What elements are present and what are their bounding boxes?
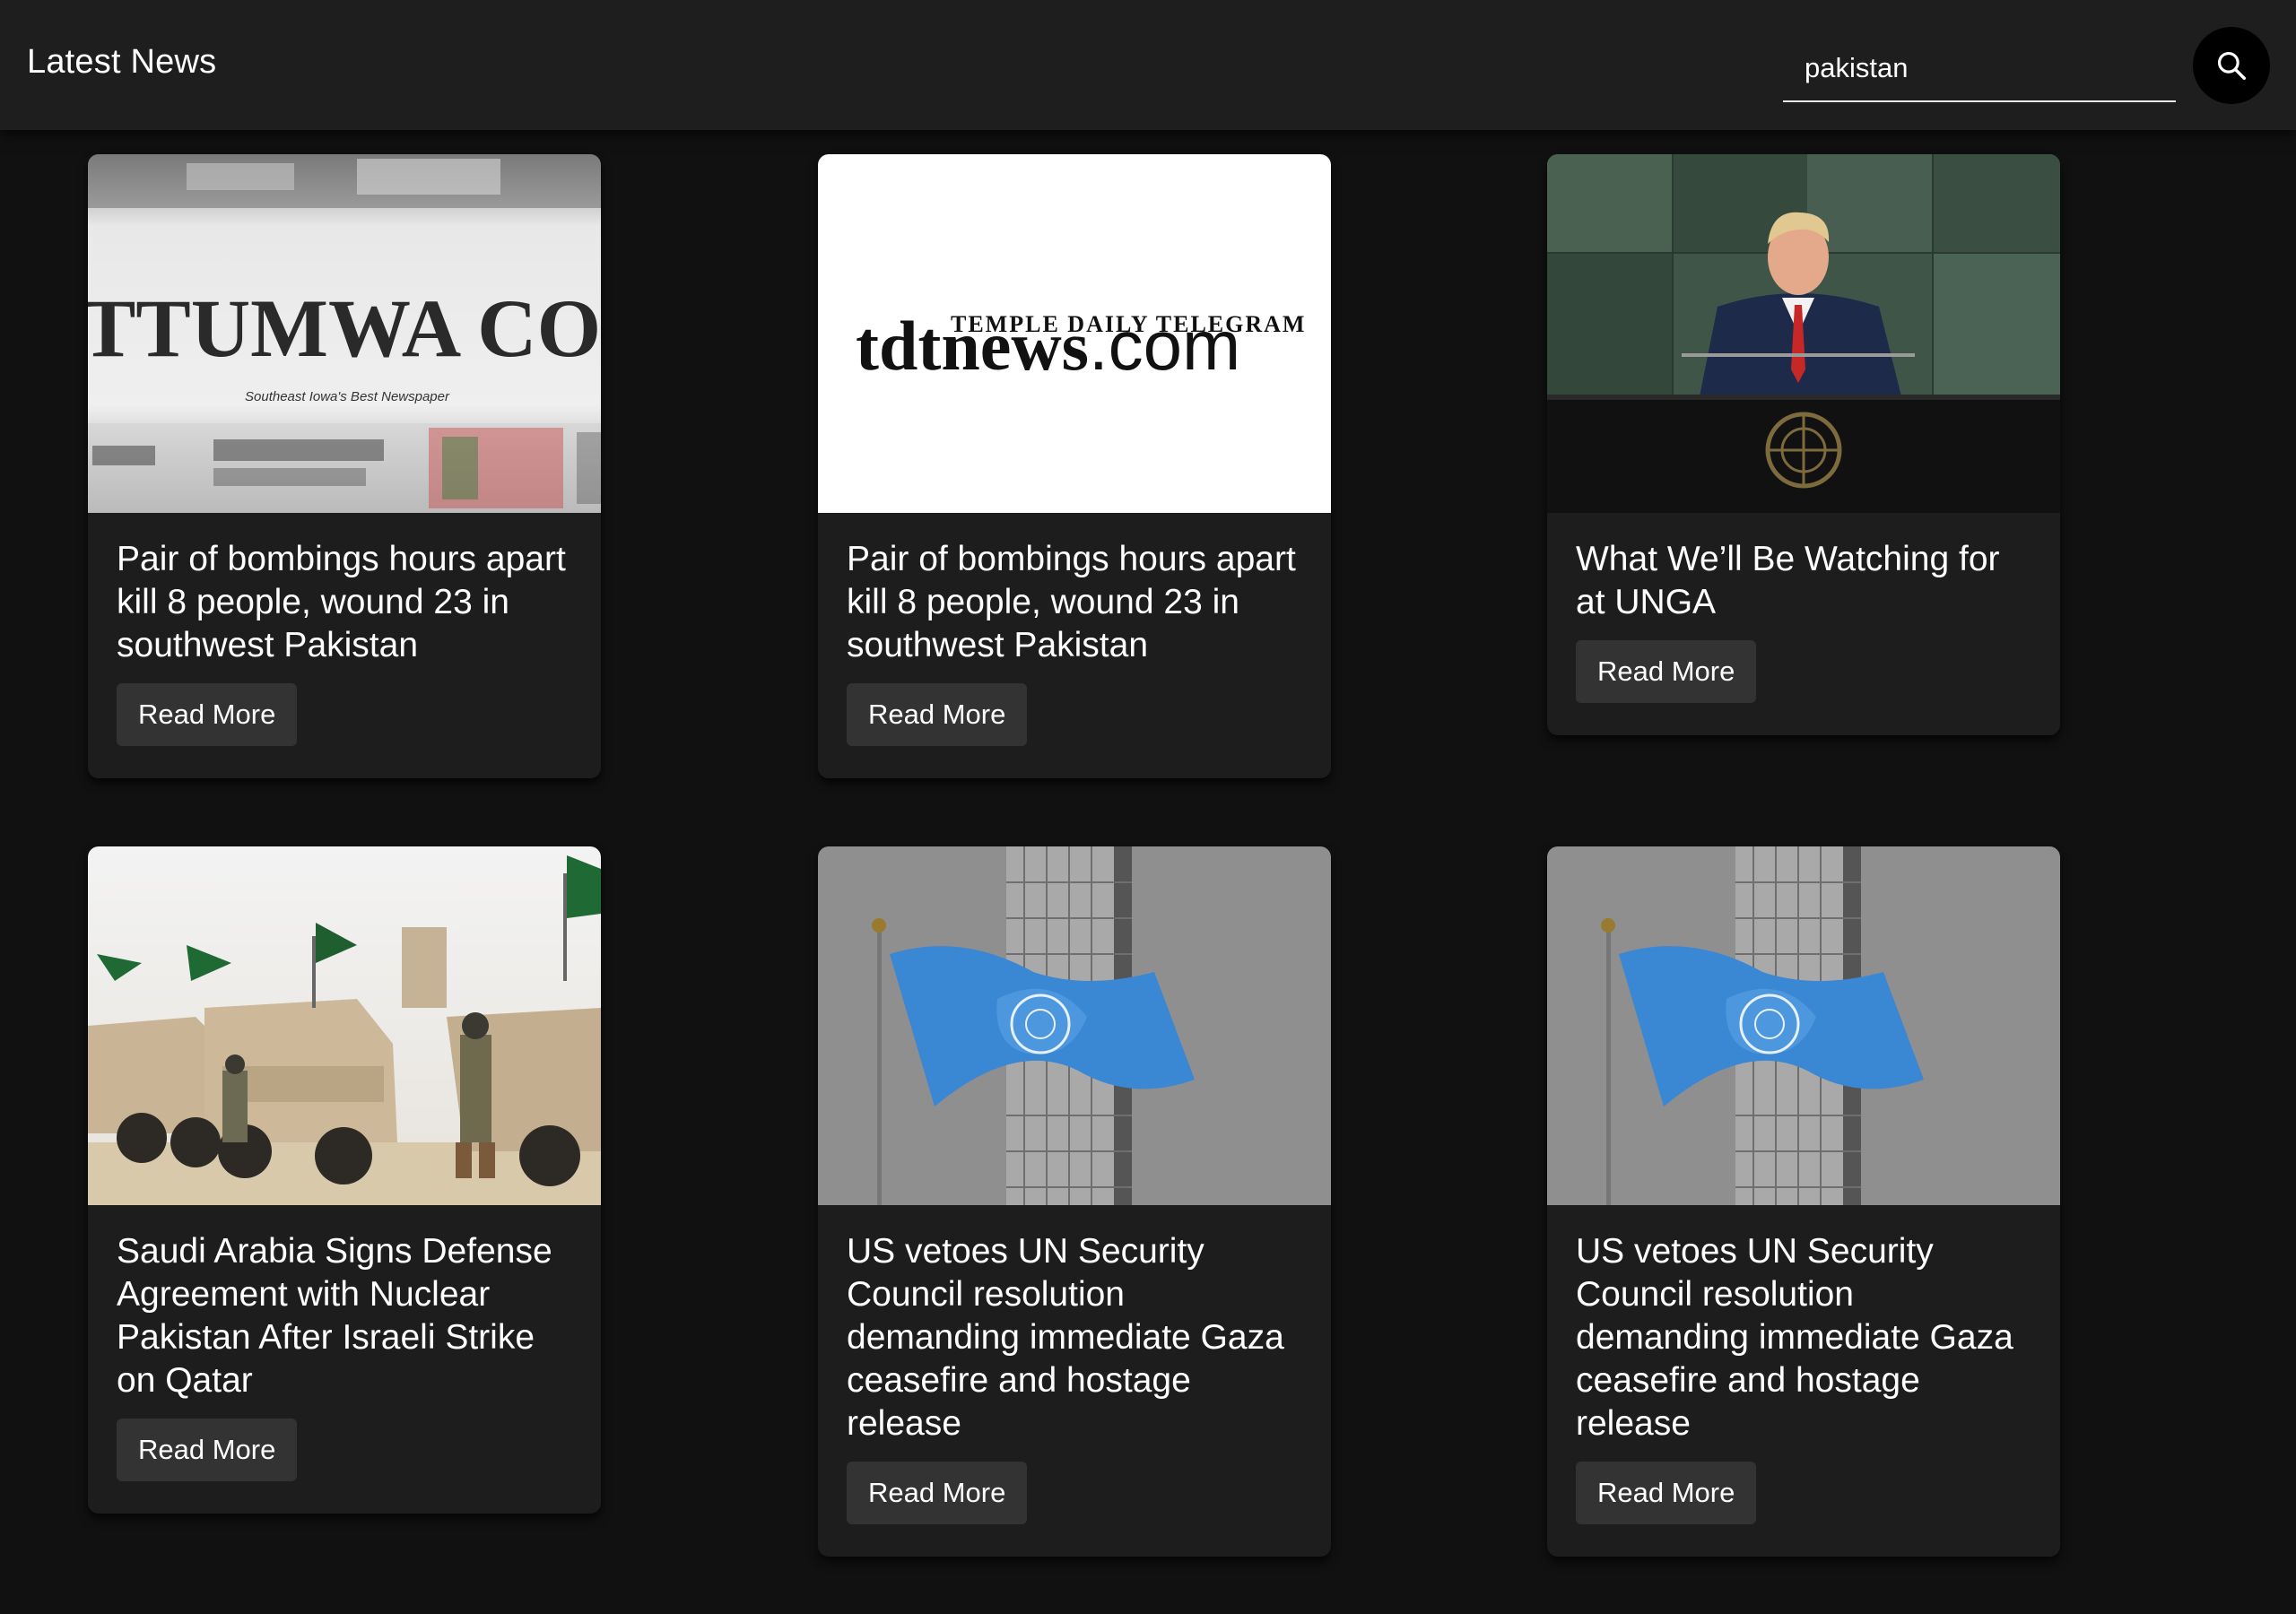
article-title[interactable]: US vetoes UN Security Council resolution… (1576, 1230, 2031, 1445)
search-icon (2217, 51, 2246, 80)
article-image-un-flag[interactable] (818, 846, 1331, 1205)
article-image-tdtnews-logo[interactable]: TEMPLE DAILY TELEGRAM tdtnews.com (818, 154, 1331, 513)
news-card: TEMPLE DAILY TELEGRAM tdtnews.com Pair o… (818, 154, 1331, 778)
article-image-newspaper[interactable]: TTUMWA COURI Southeast Iowa's Best Newsp… (88, 154, 601, 513)
read-more-button[interactable]: Read More (847, 1462, 1028, 1524)
logo-big-text: tdtnews (856, 307, 1089, 385)
article-title[interactable]: Pair of bombings hours apart kill 8 peop… (117, 538, 572, 667)
news-card: US vetoes UN Security Council resolution… (1547, 846, 2060, 1557)
app-title: Latest News (27, 43, 217, 81)
read-more-button[interactable]: Read More (847, 683, 1028, 746)
search-button[interactable] (2193, 27, 2270, 104)
article-image-military-vehicles[interactable] (88, 846, 601, 1205)
news-card: US vetoes UN Security Council resolution… (818, 846, 1331, 1557)
article-title[interactable]: Pair of bombings hours apart kill 8 peop… (847, 538, 1302, 667)
logo-suffix-text: .com (1089, 306, 1240, 385)
article-title[interactable]: US vetoes UN Security Council resolution… (847, 1230, 1302, 1445)
top-bar: Latest News (0, 0, 2296, 130)
read-more-button[interactable]: Read More (1576, 1462, 1757, 1524)
masthead-tagline: Southeast Iowa's Best Newspaper (245, 389, 450, 404)
search-field (1783, 27, 2176, 102)
article-title[interactable]: What We’ll Be Watching for at UNGA (1576, 538, 2031, 624)
article-image-un-speaker[interactable] (1547, 154, 2060, 513)
svg-text:tdtnews.com: tdtnews.com (856, 306, 1240, 385)
article-image-un-flag[interactable] (1547, 846, 2060, 1205)
masthead-text: TTUMWA COURI (88, 282, 601, 374)
news-card: TTUMWA COURI Southeast Iowa's Best Newsp… (88, 154, 601, 778)
read-more-button[interactable]: Read More (117, 683, 298, 746)
article-title[interactable]: Saudi Arabia Signs Defense Agreement wit… (117, 1230, 572, 1402)
read-more-button[interactable]: Read More (117, 1419, 298, 1481)
read-more-button[interactable]: Read More (1576, 640, 1757, 703)
search-input[interactable] (1783, 27, 2176, 100)
news-card: Saudi Arabia Signs Defense Agreement wit… (88, 846, 601, 1514)
news-card: What We’ll Be Watching for at UNGA Read … (1547, 154, 2060, 735)
